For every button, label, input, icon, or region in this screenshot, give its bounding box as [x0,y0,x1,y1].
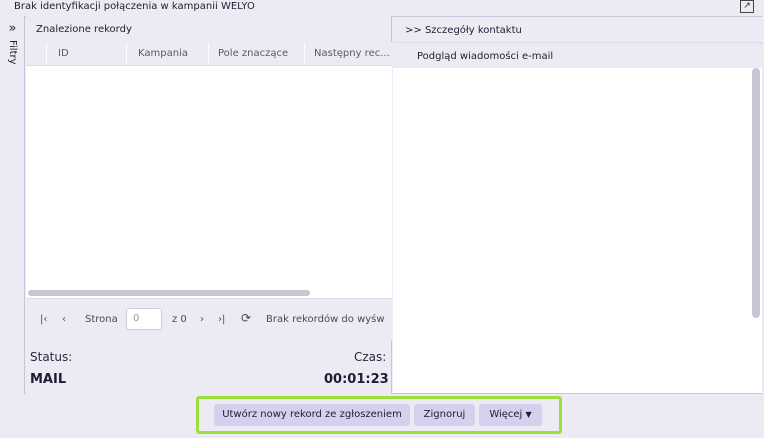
ignore-button[interactable]: Zignoruj [414,404,475,426]
column-header-id[interactable]: ID [58,48,69,60]
email-preview-title: Podgląd wiadomości e-mail [417,51,554,62]
pager-empty-message: Brak rekordów do wyśw [266,314,385,325]
records-grid [26,42,392,298]
column-header-next-record[interactable]: Następny rec... [314,48,390,60]
column-separator [208,43,209,65]
time-value: 00:01:23 [324,372,389,387]
more-button[interactable]: Więcej ▼ [479,404,542,426]
records-panel-title: Znalezione rekordy [36,24,132,35]
column-header-key-field[interactable]: Pole znaczące [218,48,288,60]
page-count-label: z 0 [172,314,187,325]
last-page-icon[interactable]: ›| [218,313,225,327]
status-label: Status: [30,350,73,364]
expand-filters-icon[interactable]: » [0,22,25,36]
page-label: Strona [85,314,118,325]
expand-contact-icon[interactable]: >> [405,25,422,36]
column-separator [46,43,47,65]
status-value: MAIL [30,372,67,387]
prev-page-icon[interactable]: ‹ [62,313,66,327]
window-title: Brak identyfikacji połączenia w kampanii… [14,1,255,12]
horizontal-scrollbar[interactable] [28,290,310,296]
refresh-icon[interactable]: ⟳ [241,311,251,325]
contact-panel-title-text: Szczegóły kontaktu [424,25,522,36]
email-preview-content [393,68,762,393]
more-button-label: Więcej [489,409,523,420]
popout-icon[interactable]: ↗ [740,0,754,13]
create-record-button[interactable]: Utwórz nowy rekord ze zgłoszeniem [214,404,410,426]
first-page-icon[interactable]: |‹ [40,313,47,327]
next-page-icon[interactable]: › [200,313,204,327]
page-input[interactable]: 0 [126,308,162,330]
column-separator [304,43,305,65]
time-label: Czas: [354,350,387,364]
contact-panel-title[interactable]: >> Szczegóły kontaktu [405,25,522,37]
vertical-scrollbar[interactable] [752,68,760,318]
column-separator [126,43,127,65]
column-header-campaign[interactable]: Kampania [138,48,188,60]
filters-label[interactable]: Filtry [3,40,21,80]
dropdown-caret-icon: ▼ [525,410,532,419]
